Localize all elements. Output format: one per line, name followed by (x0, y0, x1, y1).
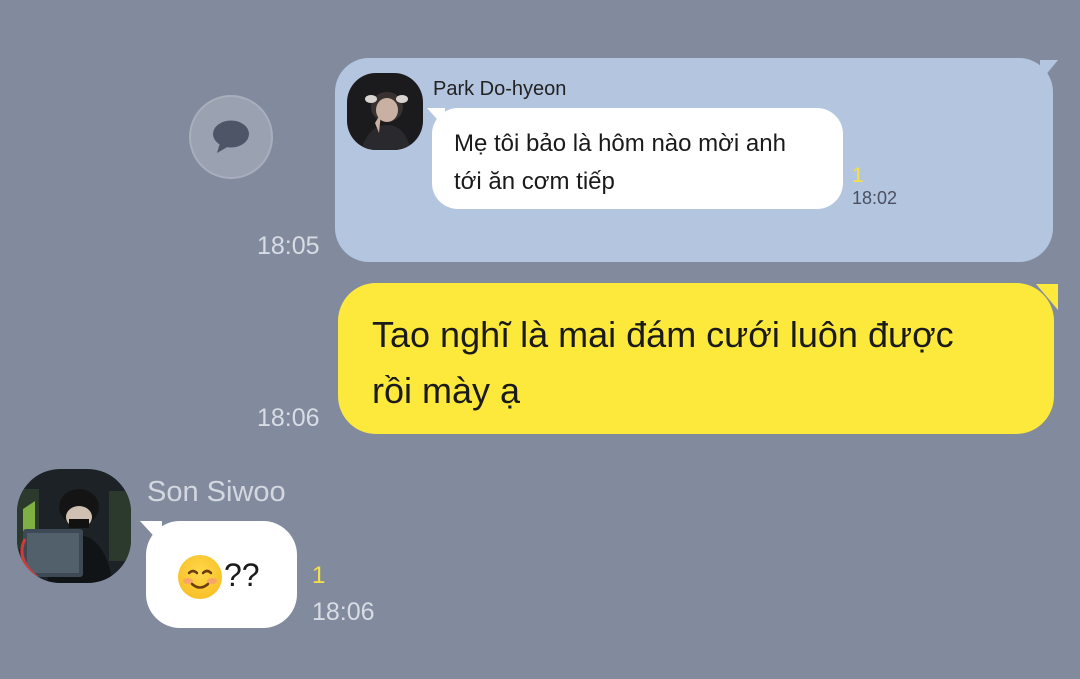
their-message-timestamp: 18:06 (312, 598, 375, 626)
share-button[interactable] (189, 95, 273, 179)
avatar-son-siwoo[interactable] (17, 469, 131, 583)
relieved-smile-emoji (178, 555, 222, 599)
quoted-timestamp: 18:02 (852, 188, 898, 208)
quoted-sender-name: Park Do-hyeon (433, 78, 567, 100)
their-message-bubble[interactable]: ?? (146, 521, 297, 628)
avatar-park-do-hyeon[interactable] (347, 73, 423, 150)
their-unread-count: 1 (312, 562, 326, 589)
quoted-message-bubble[interactable]: Mẹ tôi bảo là hôm nào mời anh tới ăn cơm… (432, 108, 843, 209)
quoted-unread-count: 1 (852, 164, 864, 187)
my-message-line: Tao nghĩ là mai đám cưới luôn được (372, 314, 954, 355)
chat-bubble-icon (213, 120, 249, 153)
quoted-text-line: Mẹ tôi bảo là hôm nào mời anh (454, 130, 786, 157)
my-bubble-tail (1036, 284, 1058, 310)
quoted-text-line: tới ăn cơm tiếp (454, 168, 615, 195)
quoted-card-tail (1040, 60, 1058, 82)
my-message-line: rồi mày ạ (372, 370, 521, 411)
my-message-bubble[interactable]: Tao nghĩ là mai đám cưới luôn được rồi m… (338, 283, 1054, 434)
their-message-text: ?? (224, 557, 260, 593)
sender-name: Son Siwoo (147, 476, 286, 508)
quote-send-timestamp: 18:05 (257, 232, 320, 260)
my-message-timestamp: 18:06 (257, 404, 320, 432)
